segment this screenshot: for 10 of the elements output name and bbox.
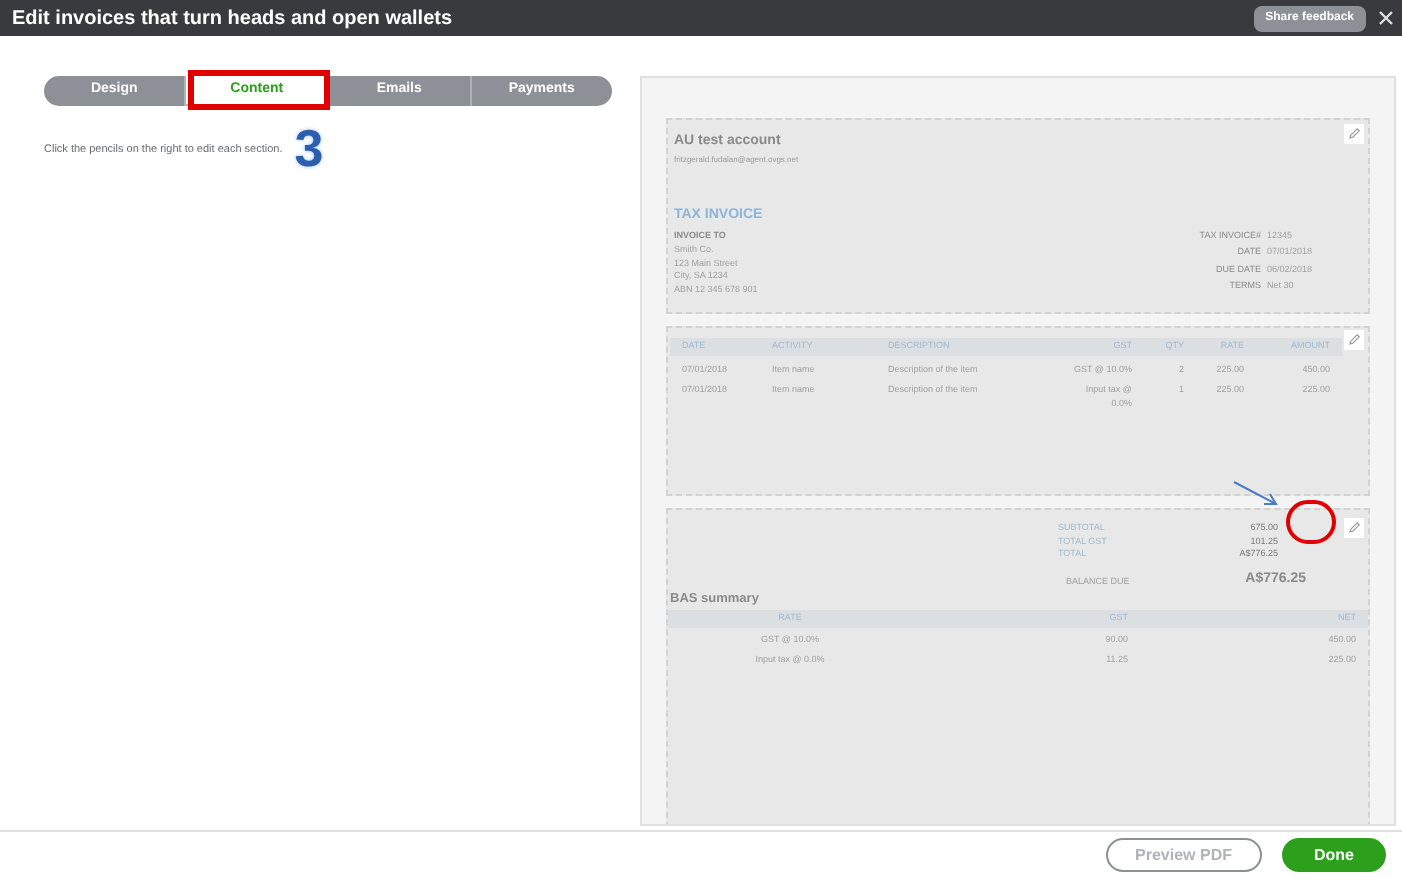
close-icon[interactable]	[1378, 10, 1394, 26]
pencil-icon[interactable]	[1344, 124, 1364, 144]
preview-pdf-button[interactable]: Preview PDF	[1105, 838, 1262, 872]
pencil-icon[interactable]	[1344, 518, 1364, 538]
step-number: 3	[294, 122, 324, 174]
pencil-icon[interactable]	[1344, 330, 1364, 350]
window-title: Edit invoices that turn heads and open wallets	[12, 5, 453, 33]
annotation-arrow	[1232, 480, 1280, 508]
highlight-box	[188, 70, 330, 110]
done-button[interactable]: Done	[1282, 838, 1386, 872]
